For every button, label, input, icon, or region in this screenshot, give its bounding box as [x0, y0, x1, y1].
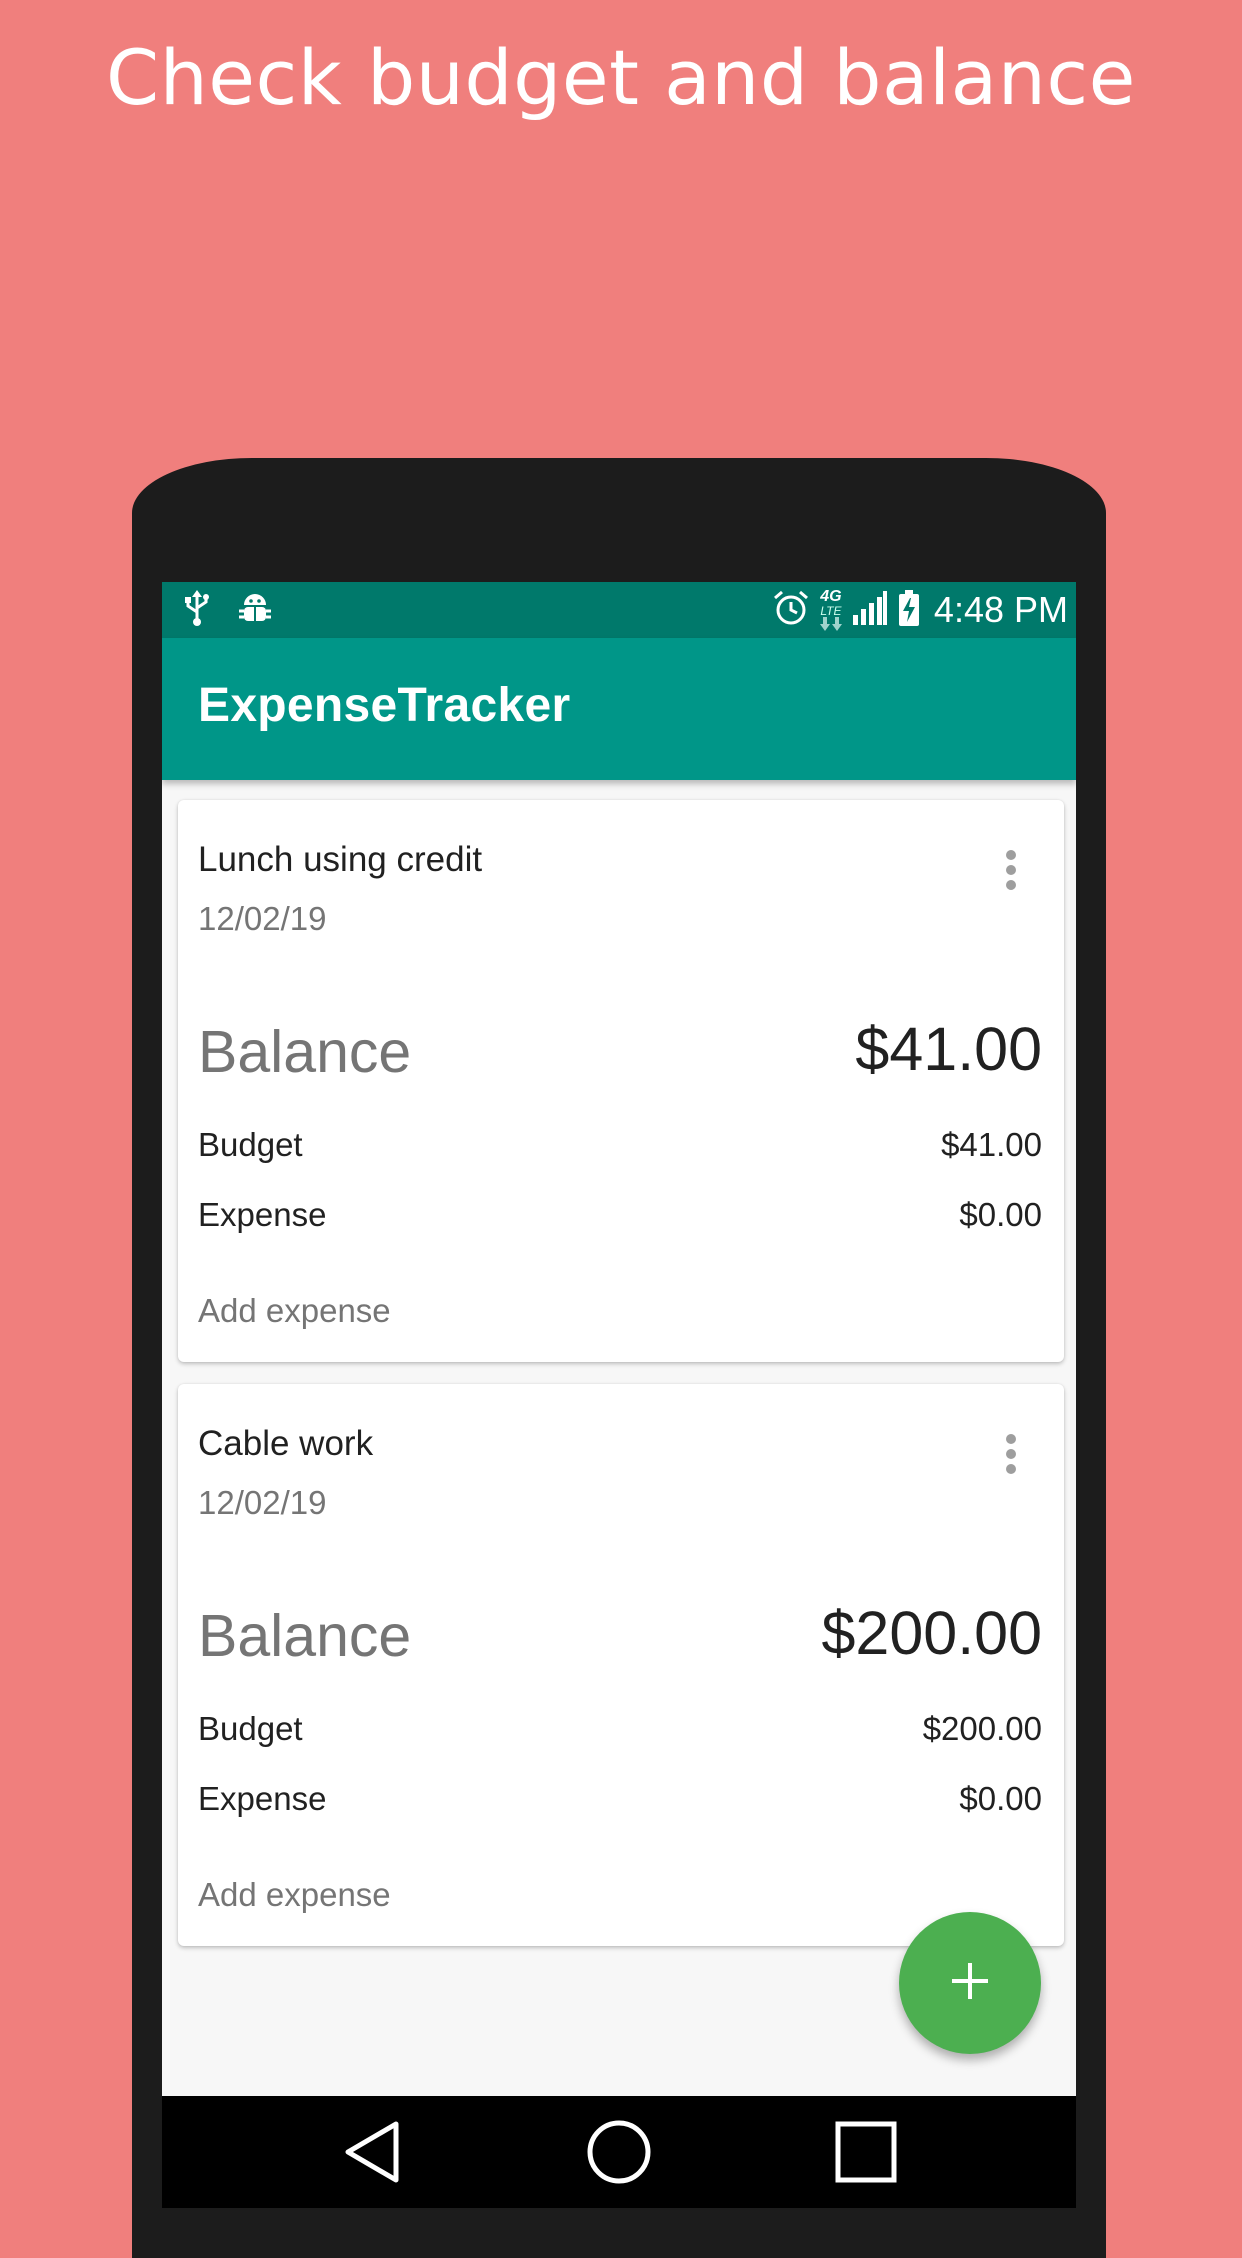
status-bar: 4G LTE 4:48 PM — [162, 582, 1076, 638]
signal-icon — [852, 590, 888, 630]
android-debug-icon — [238, 591, 272, 630]
app-bar: ExpenseTracker — [162, 638, 1076, 780]
network-type-label: 4G — [820, 588, 842, 605]
promo-headline: Check budget and balance — [106, 33, 1136, 122]
card-date: 12/02/19 — [198, 1484, 327, 1521]
battery-charging-icon — [898, 589, 920, 631]
budget-label: Budget — [198, 1710, 303, 1747]
overflow-menu-icon[interactable] — [1006, 850, 1016, 894]
expense-value: $0.00 — [959, 1780, 1042, 1817]
home-icon[interactable] — [585, 2116, 653, 2193]
budget-label: Budget — [198, 1126, 303, 1163]
expense-card[interactable]: Cable work 12/02/19 Balance $200.00 Budg… — [178, 1384, 1064, 1946]
balance-label: Balance — [198, 1603, 412, 1669]
card-title: Lunch using credit — [198, 840, 483, 879]
recents-icon[interactable] — [834, 2116, 898, 2193]
alarm-icon — [772, 589, 810, 632]
add-budget-fab[interactable] — [899, 1912, 1041, 2054]
expense-label: Expense — [198, 1196, 327, 1233]
usb-icon — [184, 589, 210, 631]
budget-value: $41.00 — [941, 1126, 1042, 1163]
card-date: 12/02/19 — [198, 900, 327, 937]
back-icon[interactable] — [340, 2116, 402, 2193]
overflow-menu-icon[interactable] — [1006, 1434, 1016, 1478]
balance-value: $41.00 — [855, 1015, 1042, 1083]
network-sub-label: LTE — [820, 604, 842, 618]
navigation-bar — [162, 2096, 1076, 2208]
phone-screen: 4G LTE 4:48 PM ExpenseTracker Lunch usin… — [162, 582, 1076, 2208]
plus-icon — [948, 1959, 992, 2008]
card-title: Cable work — [198, 1424, 374, 1463]
add-expense-button[interactable]: Add expense — [198, 1876, 391, 1914]
app-title: ExpenseTracker — [198, 679, 571, 732]
add-expense-button[interactable]: Add expense — [198, 1292, 391, 1330]
expense-card[interactable]: Lunch using credit 12/02/19 Balance $41.… — [178, 800, 1064, 1362]
balance-label: Balance — [198, 1019, 412, 1085]
balance-value: $200.00 — [821, 1599, 1043, 1667]
expense-label: Expense — [198, 1780, 327, 1817]
expense-value: $0.00 — [959, 1196, 1042, 1233]
network-4g-icon: 4G LTE — [819, 588, 842, 631]
budget-value: $200.00 — [922, 1710, 1042, 1747]
status-time: 4:48 PM — [933, 589, 1068, 630]
